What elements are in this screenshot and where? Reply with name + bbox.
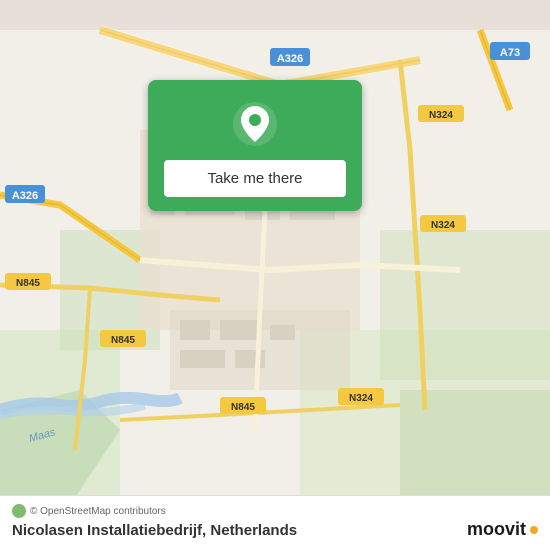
svg-text:N845: N845 — [111, 335, 135, 346]
svg-text:N324: N324 — [431, 220, 455, 231]
svg-text:N324: N324 — [429, 110, 453, 121]
attribution-row: © OpenStreetMap contributors — [12, 504, 538, 518]
moovit-brand-text: moovit — [467, 519, 526, 540]
map-container: A326 A326 A73 N324 N324 N324 N845 N845 N… — [0, 0, 550, 550]
svg-text:A326: A326 — [12, 190, 38, 202]
moovit-logo: moovit — [467, 519, 538, 540]
location-pin-icon — [231, 100, 279, 148]
bottom-bar: © OpenStreetMap contributors Nicolasen I… — [0, 495, 550, 550]
svg-text:A326: A326 — [277, 53, 303, 65]
svg-text:N845: N845 — [231, 402, 255, 413]
place-name: Nicolasen Installatiebedrijf, Netherland… — [12, 522, 297, 539]
svg-text:A73: A73 — [500, 47, 520, 59]
attribution-text: © OpenStreetMap contributors — [30, 506, 166, 517]
osm-logo-icon — [12, 504, 26, 518]
take-me-there-button[interactable]: Take me there — [164, 160, 346, 197]
svg-text:N845: N845 — [16, 278, 40, 289]
location-card: Take me there — [148, 80, 362, 211]
svg-text:N324: N324 — [349, 393, 373, 404]
moovit-dot-icon — [530, 526, 538, 534]
